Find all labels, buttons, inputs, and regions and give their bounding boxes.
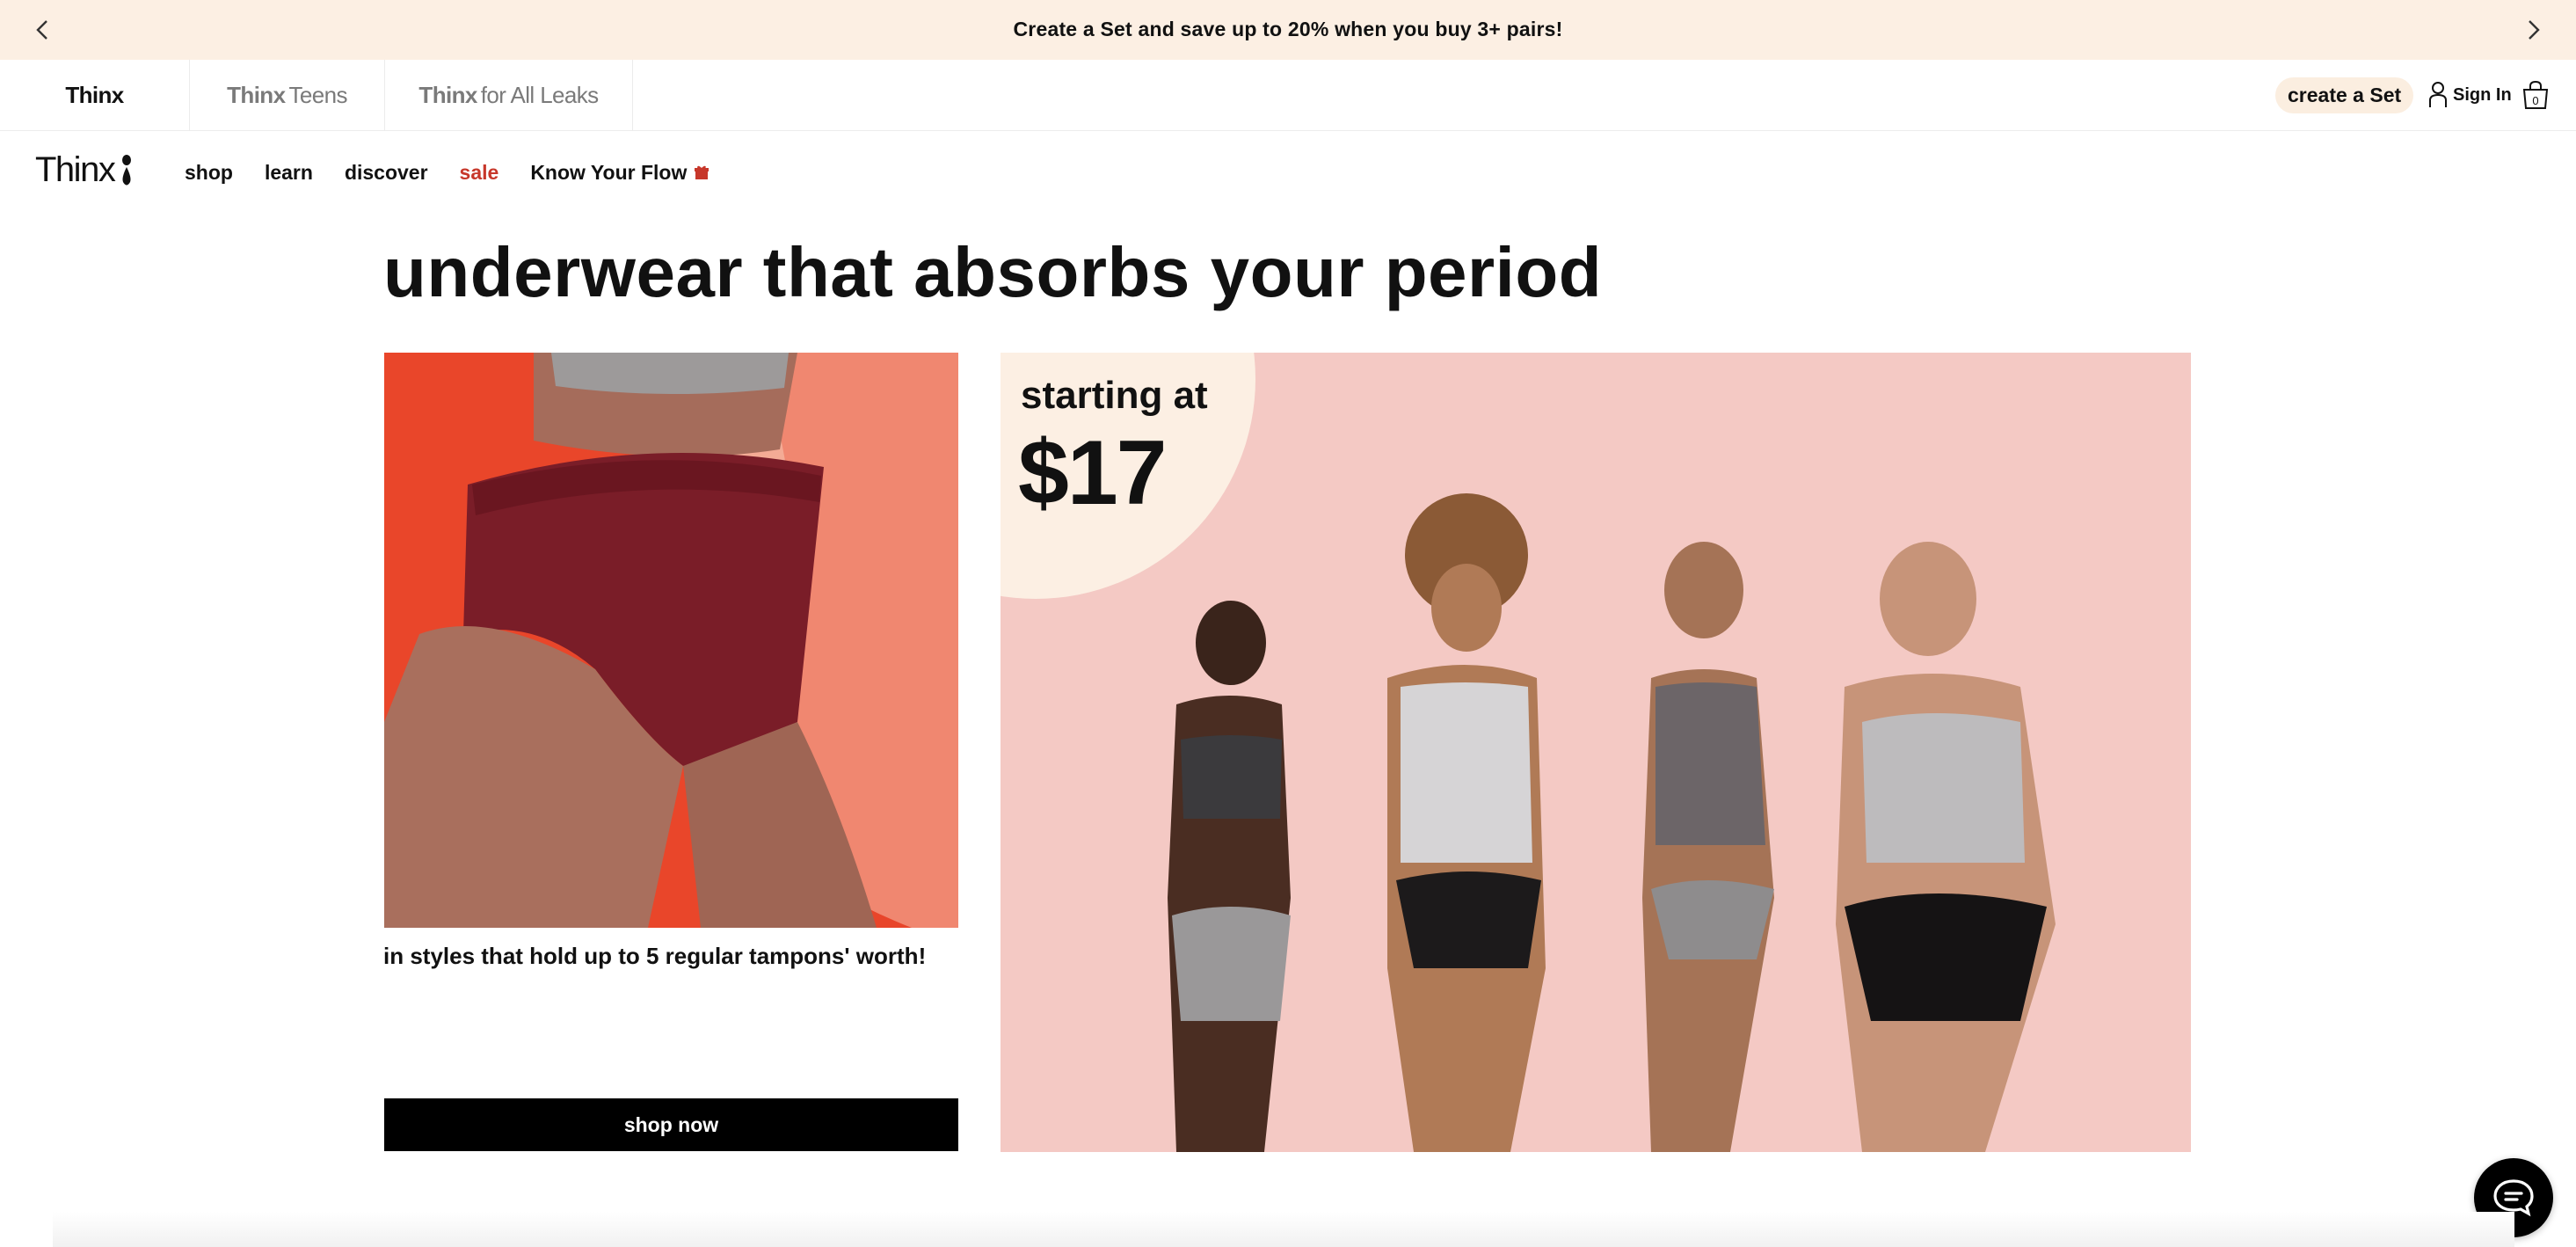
brand-tab-suffix: for All Leaks [480, 81, 599, 108]
brand-tab-thinx-for-all-leaks[interactable]: Thinx for All Leaks [385, 60, 633, 130]
main-navigation: Thinx shop learn discover sale Know Your… [0, 132, 2576, 213]
logo-wordmark: Thinx [35, 149, 116, 189]
create-set-button[interactable]: create a Set [2275, 77, 2414, 113]
create-set-link-wrap: create a Set [2275, 60, 2414, 130]
nav-item-know-your-flow[interactable]: Know Your Flow [530, 161, 709, 185]
shopping-bag-icon: 0 [2522, 80, 2549, 109]
nav-items: shop learn discover sale Know Your Flow [185, 132, 741, 213]
nav-item-discover[interactable]: discover [345, 161, 428, 185]
thinx-logo[interactable]: Thinx [35, 148, 134, 192]
next-section-edge [53, 1212, 2514, 1247]
chevron-right-icon [2529, 20, 2540, 40]
nav-item-sale[interactable]: sale [460, 161, 499, 185]
sign-in-label: Sign In [2453, 84, 2512, 105]
cart-button[interactable]: 0 [2521, 60, 2550, 130]
shop-now-button[interactable]: shop now [384, 1098, 958, 1151]
hero-lifestyle-image[interactable]: starting at $17 [1001, 353, 2191, 1152]
product-photo [384, 353, 958, 928]
sign-in-link[interactable]: Sign In [2428, 60, 2512, 130]
next-announcement-button[interactable] [2504, 0, 2564, 60]
nav-item-shop[interactable]: shop [185, 161, 233, 185]
cart-count: 0 [2532, 94, 2538, 107]
hero-tagline: in styles that hold up to 5 regular tamp… [383, 943, 927, 969]
user-icon [2429, 82, 2447, 107]
brand-tab-suffix: Teens [288, 81, 347, 108]
announcement-bar: Create a Set and save up to 20% when you… [0, 0, 2576, 60]
nav-item-learn[interactable]: learn [265, 161, 313, 185]
models-photo [1001, 353, 2191, 1152]
brand-switcher-bar: Thinx Thinx Teens Thinx for All Leaks cr… [0, 60, 2576, 131]
brand-tab-label: Thinx [418, 81, 477, 108]
brand-tab-label: Thinx [65, 81, 124, 108]
brand-tab-thinx[interactable]: Thinx [0, 60, 190, 130]
price-prefix: starting at [1021, 374, 1208, 417]
starting-price: $17 [1018, 422, 1168, 524]
hero-product-image[interactable] [384, 353, 958, 928]
announcement-message[interactable]: Create a Set and save up to 20% when you… [0, 0, 2576, 60]
brand-tab-label: Thinx [227, 81, 286, 108]
droplet-logo-icon [122, 155, 132, 186]
gift-icon [695, 165, 709, 179]
brand-tab-thinx-teens[interactable]: Thinx Teens [190, 60, 385, 130]
hero-headline: underwear that absorbs your period [383, 233, 1603, 311]
nav-item-label: Know Your Flow [530, 160, 688, 184]
